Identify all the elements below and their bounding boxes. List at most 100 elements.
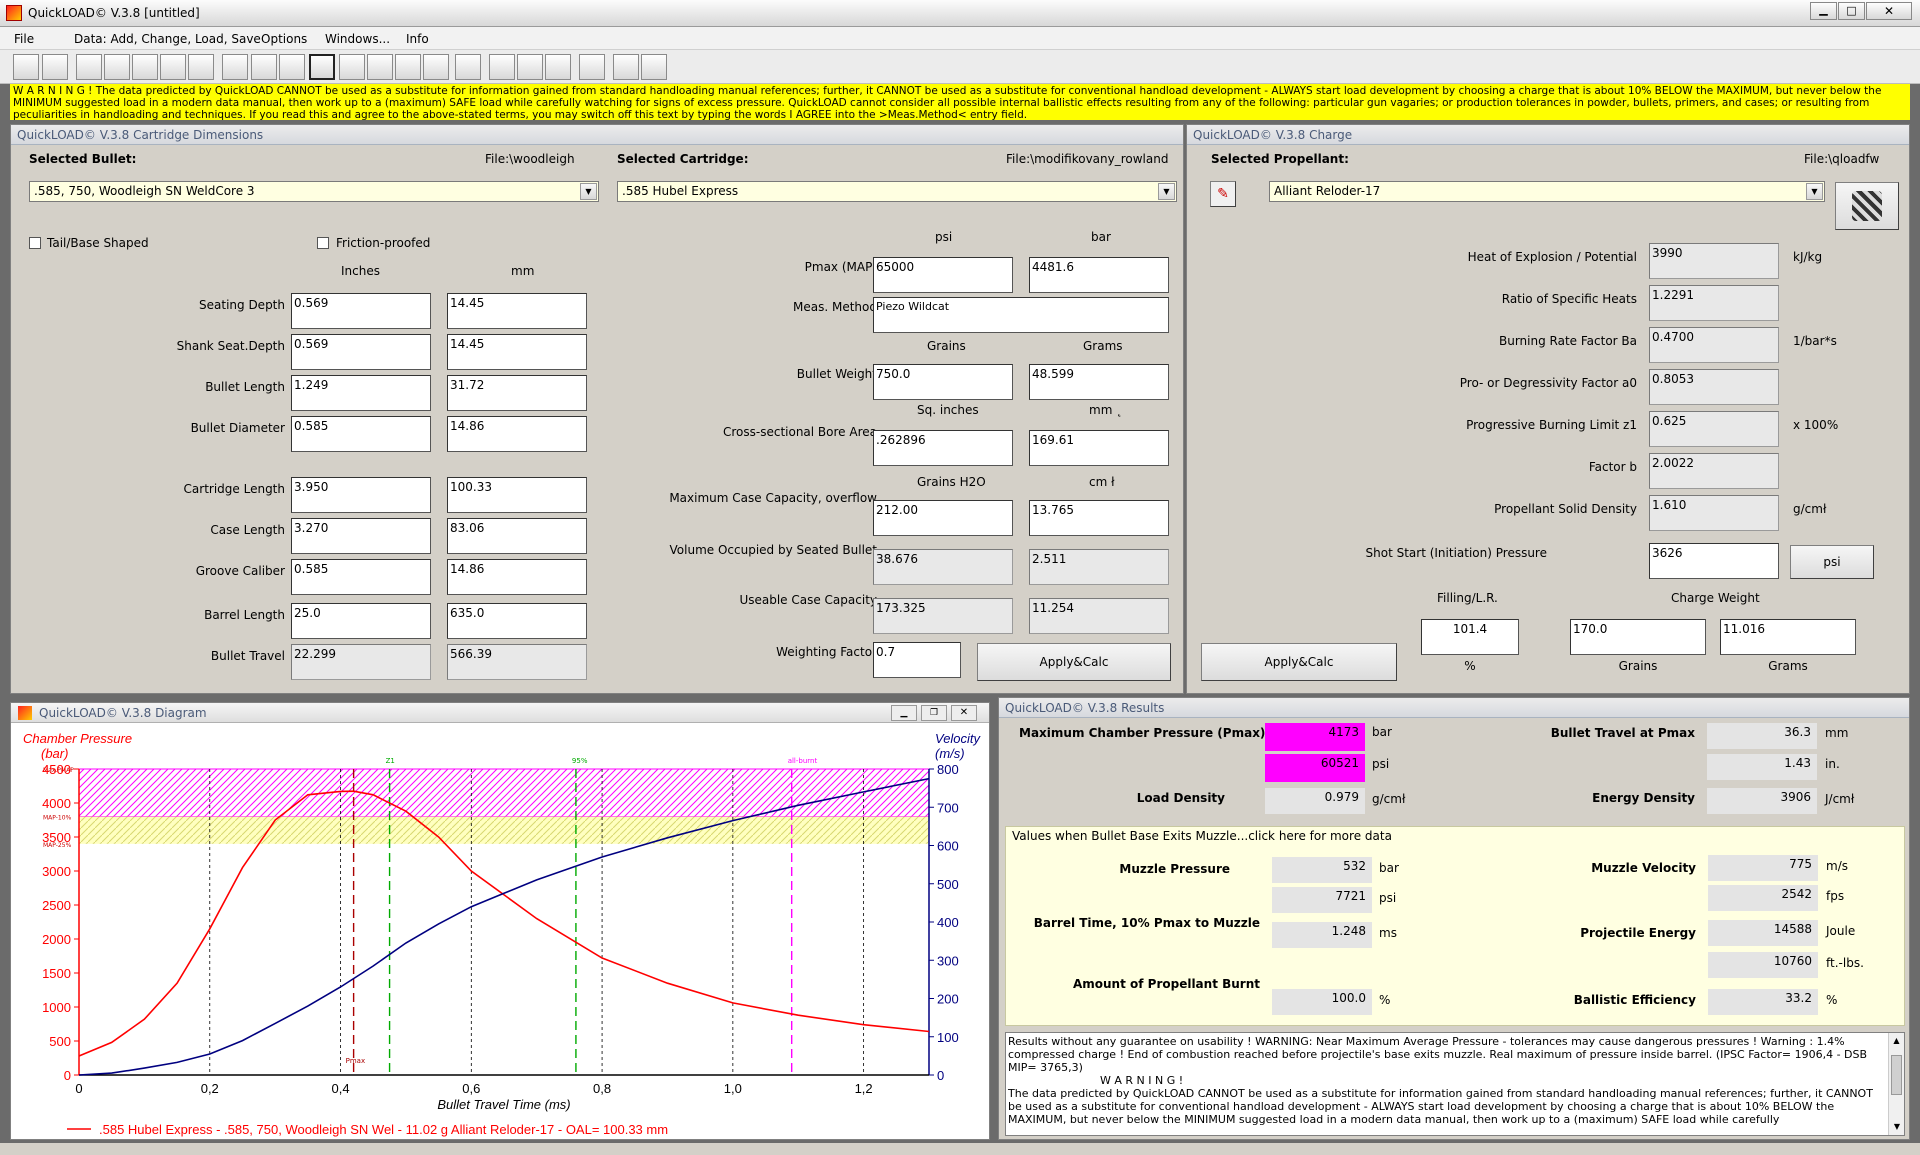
- chevron-down-icon[interactable]: ▼: [580, 183, 597, 200]
- warning-text: W A R N I N G ! The data predicted by Qu…: [10, 84, 1910, 120]
- wizard-icon[interactable]: [188, 54, 214, 80]
- chart3-icon[interactable]: [309, 54, 335, 80]
- dim-mm-field[interactable]: 83.06: [447, 518, 587, 554]
- selected-bullet-label: Selected Bullet:: [29, 152, 137, 166]
- pmax-psi-field[interactable]: 65000: [873, 257, 1013, 293]
- meas-method-field[interactable]: Piezo Wildcat: [873, 297, 1169, 333]
- results-notes[interactable]: Results without any guarantee on usabili…: [1005, 1032, 1905, 1136]
- bullet-icon[interactable]: [104, 54, 130, 80]
- dim-inches-field[interactable]: 0.585: [291, 416, 431, 452]
- shot-start-label: Shot Start (Initiation) Pressure: [1365, 546, 1548, 560]
- cm3-label: cm ł: [1089, 475, 1115, 489]
- dim-inches-field[interactable]: 25.0: [291, 603, 431, 639]
- save-icon[interactable]: [42, 54, 68, 80]
- dim-mm-field[interactable]: 100.33: [447, 477, 587, 513]
- energy-density-value: 3906: [1707, 788, 1817, 814]
- chart6-icon[interactable]: [395, 54, 421, 80]
- bar-chart-icon[interactable]: [579, 54, 605, 80]
- dim-inches-field[interactable]: 3.270: [291, 518, 431, 554]
- propellant-icon[interactable]: [132, 54, 158, 80]
- dim-inches-field[interactable]: 1.249: [291, 375, 431, 411]
- dim-inches-field[interactable]: 0.569: [291, 293, 431, 329]
- chevron-down-icon[interactable]: ▼: [1806, 183, 1823, 200]
- menu-data[interactable]: Data: Add, Change, Load, Save: [74, 32, 261, 46]
- cartridge-icon[interactable]: [76, 54, 102, 80]
- propellant-select[interactable]: Alliant Reloder-17 ▼: [1269, 181, 1825, 202]
- muzzle-group-title[interactable]: Values when Bullet Base Exits Muzzle...c…: [1012, 829, 1392, 843]
- bullet-weight-grains-field[interactable]: 750.0: [873, 364, 1013, 400]
- table-icon[interactable]: [222, 54, 248, 80]
- close-button[interactable]: ✕: [1866, 2, 1912, 20]
- cartridge-select[interactable]: .585 Hubel Express ▼: [617, 181, 1177, 202]
- propellant-edit-icon[interactable]: ✎: [1210, 181, 1236, 207]
- chart2-icon[interactable]: [279, 54, 305, 80]
- charge-param-unit: 1/bar*s: [1793, 334, 1837, 348]
- notes-scrollbar[interactable]: ▲ ▼: [1888, 1033, 1904, 1135]
- scroll-up-icon[interactable]: ▲: [1889, 1033, 1904, 1049]
- menu-info[interactable]: Info: [406, 32, 429, 46]
- volume-bullet-cm3-field: 2.511: [1029, 549, 1169, 585]
- dim-mm-field[interactable]: 31.72: [447, 375, 587, 411]
- dim-mm-field[interactable]: 14.86: [447, 416, 587, 452]
- dim-inches-field[interactable]: 3.950: [291, 477, 431, 513]
- gun-icon[interactable]: [641, 54, 667, 80]
- print-icon[interactable]: [613, 54, 639, 80]
- bullet-weight-grams-field[interactable]: 48.599: [1029, 364, 1169, 400]
- menu-file[interactable]: File: [14, 32, 34, 46]
- friction-checkbox[interactable]: [317, 237, 329, 249]
- y-tick-label: 1000: [42, 1000, 71, 1015]
- dim-mm-field[interactable]: 635.0: [447, 603, 587, 639]
- tail-checkbox[interactable]: [29, 237, 41, 249]
- maximize-button[interactable]: □: [1838, 2, 1865, 20]
- y2-axis-unit: (m/s): [935, 746, 965, 761]
- charge-param-unit: kJ/kg: [1793, 250, 1823, 264]
- diagram-restore-button[interactable]: ❐: [921, 705, 947, 721]
- apply-calc-button[interactable]: Apply&Calc: [977, 643, 1171, 681]
- charge-grains-field[interactable]: 170.0: [1570, 619, 1706, 655]
- menu-windows[interactable]: Windows...: [325, 32, 390, 46]
- bore-area-in-field[interactable]: .262896: [873, 430, 1013, 466]
- hand-icon[interactable]: [160, 54, 186, 80]
- diagram-close-button[interactable]: ✕: [951, 705, 977, 721]
- chart4-icon[interactable]: [339, 54, 365, 80]
- chevron-down-icon[interactable]: ▼: [1158, 183, 1175, 200]
- dim-mm-field[interactable]: 14.86: [447, 559, 587, 595]
- scroll-down-icon[interactable]: ▼: [1889, 1119, 1904, 1135]
- temperature-icon[interactable]: [545, 54, 571, 80]
- minimize-button[interactable]: ▁: [1810, 2, 1837, 20]
- scroll-thumb[interactable]: [1891, 1055, 1902, 1095]
- bore-area-mm-field[interactable]: 169.61: [1029, 430, 1169, 466]
- shot-start-field[interactable]: 3626: [1649, 543, 1779, 579]
- chart7-icon[interactable]: [423, 54, 449, 80]
- dim-mm-field[interactable]: 14.45: [447, 293, 587, 329]
- app-icon: [18, 706, 32, 720]
- bullet-select[interactable]: .585, 750, Woodleigh SN WeldCore 3 ▼: [29, 181, 599, 202]
- case-capacity-cm3-field[interactable]: 13.765: [1029, 500, 1169, 536]
- diagram-minimize-button[interactable]: ▁: [891, 705, 917, 721]
- psi-button[interactable]: psi: [1790, 545, 1874, 579]
- charge-apply-calc-button[interactable]: Apply&Calc: [1201, 643, 1397, 681]
- propellant-image-button[interactable]: [1835, 182, 1899, 230]
- list-icon[interactable]: [455, 54, 481, 80]
- weighting-factor-field[interactable]: 0.7: [873, 642, 961, 678]
- case-capacity-grains-field[interactable]: 212.00: [873, 500, 1013, 536]
- mm-unit: mm: [1825, 726, 1849, 740]
- menu-options[interactable]: Options: [261, 32, 307, 46]
- dim-inches-field[interactable]: 0.585: [291, 559, 431, 595]
- muzzle-values-group[interactable]: Values when Bullet Base Exits Muzzle...c…: [1005, 826, 1905, 1026]
- open-icon[interactable]: [13, 54, 39, 80]
- tools1-icon[interactable]: [489, 54, 515, 80]
- chart5-icon[interactable]: [367, 54, 393, 80]
- charge-param-label: Heat of Explosion / Potential: [1467, 250, 1637, 264]
- notes-line-3: The data predicted by QuickLOAD CANNOT b…: [1008, 1087, 1873, 1126]
- charge-grams-field[interactable]: 11.016: [1720, 619, 1856, 655]
- charge-param-label: Propellant Solid Density: [1494, 502, 1637, 516]
- dim-inches-field[interactable]: 0.569: [291, 334, 431, 370]
- dim-mm-field[interactable]: 14.45: [447, 334, 587, 370]
- pmax-bar-field[interactable]: 4481.6: [1029, 257, 1169, 293]
- chart1-icon[interactable]: [251, 54, 277, 80]
- filling-field[interactable]: 101.4: [1421, 619, 1519, 655]
- charge-panel: QuickLOAD© V.3.8 Charge Selected Propell…: [1186, 124, 1910, 694]
- tools2-icon[interactable]: [517, 54, 543, 80]
- propellant-burnt-value: 100.0: [1272, 989, 1372, 1015]
